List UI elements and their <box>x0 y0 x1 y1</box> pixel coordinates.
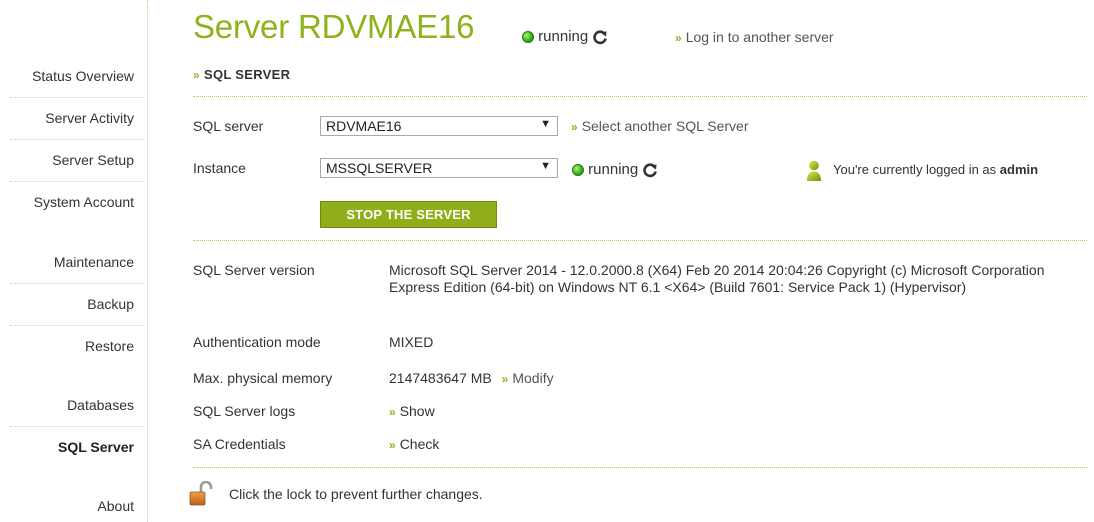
status-dot-icon <box>522 31 534 44</box>
sidebar-nav: Status Overview Server Activity Server S… <box>0 0 148 522</box>
chevron-right-icon: » <box>675 31 682 45</box>
section-divider <box>193 467 1087 468</box>
max-memory-label: Max. physical memory <box>193 370 333 386</box>
section-divider <box>193 240 1087 241</box>
sidebar-border <box>147 0 148 522</box>
section-divider <box>193 96 1087 97</box>
sql-server-selected-value: RDVMAE16 <box>326 118 402 134</box>
sidebar-item-sql-server[interactable]: SQL Server <box>58 439 134 455</box>
sidebar-item-backup[interactable]: Backup <box>87 296 134 312</box>
login-another-server-link[interactable]: » Log in to another server <box>675 29 834 45</box>
chevron-right-icon: » <box>501 372 509 386</box>
sidebar-divider <box>10 283 144 284</box>
sidebar-divider <box>10 426 144 427</box>
section-title-text: SQL SERVER <box>203 67 291 82</box>
sql-server-label: SQL server <box>193 118 264 134</box>
sidebar-item-server-setup[interactable]: Server Setup <box>52 152 134 168</box>
sidebar-item-server-activity[interactable]: Server Activity <box>45 110 134 126</box>
chevron-right-icon: » <box>571 120 578 134</box>
sidebar-divider <box>10 325 144 326</box>
sidebar-item-system-account[interactable]: System Account <box>34 194 134 210</box>
sidebar-divider <box>10 139 144 140</box>
select-another-sql-server-link[interactable]: » Select another SQL Server <box>571 118 748 134</box>
sidebar-item-maintenance[interactable]: Maintenance <box>54 254 134 270</box>
dropdown-arrow-icon: ▼ <box>540 118 551 130</box>
chevron-right-icon: » <box>193 68 200 82</box>
status-dot-icon <box>572 164 584 177</box>
sql-version-label: SQL Server version <box>193 262 315 278</box>
sa-credentials-label: SA Credentials <box>193 436 286 452</box>
sidebar-divider <box>10 97 144 98</box>
instance-status-text: running <box>588 161 639 178</box>
check-credentials-link[interactable]: » Check <box>389 436 439 452</box>
select-another-label: Select another SQL Server <box>581 118 749 134</box>
dropdown-arrow-icon: ▼ <box>540 160 551 172</box>
instance-label: Instance <box>193 160 246 176</box>
page-title: Server RDVMAE16 <box>193 8 475 45</box>
instance-select[interactable]: MSSQLSERVER ▼ <box>320 158 558 178</box>
sidebar-item-databases[interactable]: Databases <box>67 397 134 413</box>
sidebar-item-status-overview[interactable]: Status Overview <box>32 68 134 84</box>
show-logs-link[interactable]: » Show <box>389 403 435 419</box>
chevron-right-icon: » <box>389 405 396 419</box>
server-status-text: running <box>538 28 589 45</box>
auth-mode-label: Authentication mode <box>193 334 321 350</box>
sidebar-item-about[interactable]: About <box>97 498 134 514</box>
sidebar-divider <box>10 181 144 182</box>
chevron-right-icon: » <box>389 438 396 452</box>
stop-server-button[interactable]: STOP THE SERVER <box>320 201 497 228</box>
show-link-label: Show <box>399 403 435 419</box>
user-icon <box>807 160 821 181</box>
refresh-icon[interactable] <box>642 162 658 178</box>
sidebar-item-restore[interactable]: Restore <box>85 338 134 354</box>
max-memory-amount: 2147483647 MB <box>389 370 492 386</box>
server-logs-label: SQL Server logs <box>193 403 296 419</box>
modify-link-label: Modify <box>512 370 554 386</box>
logged-in-user: admin <box>999 162 1039 177</box>
auth-mode-value: MIXED <box>389 334 434 350</box>
lock-hint-text: Click the lock to prevent further change… <box>229 486 483 502</box>
max-memory-value: 2147483647 MB » Modify <box>389 370 554 386</box>
login-link-label: Log in to another server <box>685 29 834 45</box>
modify-memory-link[interactable]: » Modify <box>502 370 554 386</box>
sql-server-select[interactable]: RDVMAE16 ▼ <box>320 116 558 136</box>
instance-status: running <box>572 161 658 178</box>
check-link-label: Check <box>399 436 440 452</box>
logged-in-text: You're currently logged in as admin <box>833 162 1038 177</box>
sql-version-value: Microsoft SQL Server 2014 - 12.0.2000.8 … <box>389 262 1045 295</box>
logged-in-prefix: You're currently logged in as <box>833 162 997 177</box>
refresh-icon[interactable] <box>592 29 608 45</box>
instance-selected-value: MSSQLSERVER <box>326 160 433 176</box>
section-title: » SQL SERVER <box>193 67 290 82</box>
server-status: running <box>522 28 608 45</box>
lock-icon[interactable] <box>189 481 213 507</box>
